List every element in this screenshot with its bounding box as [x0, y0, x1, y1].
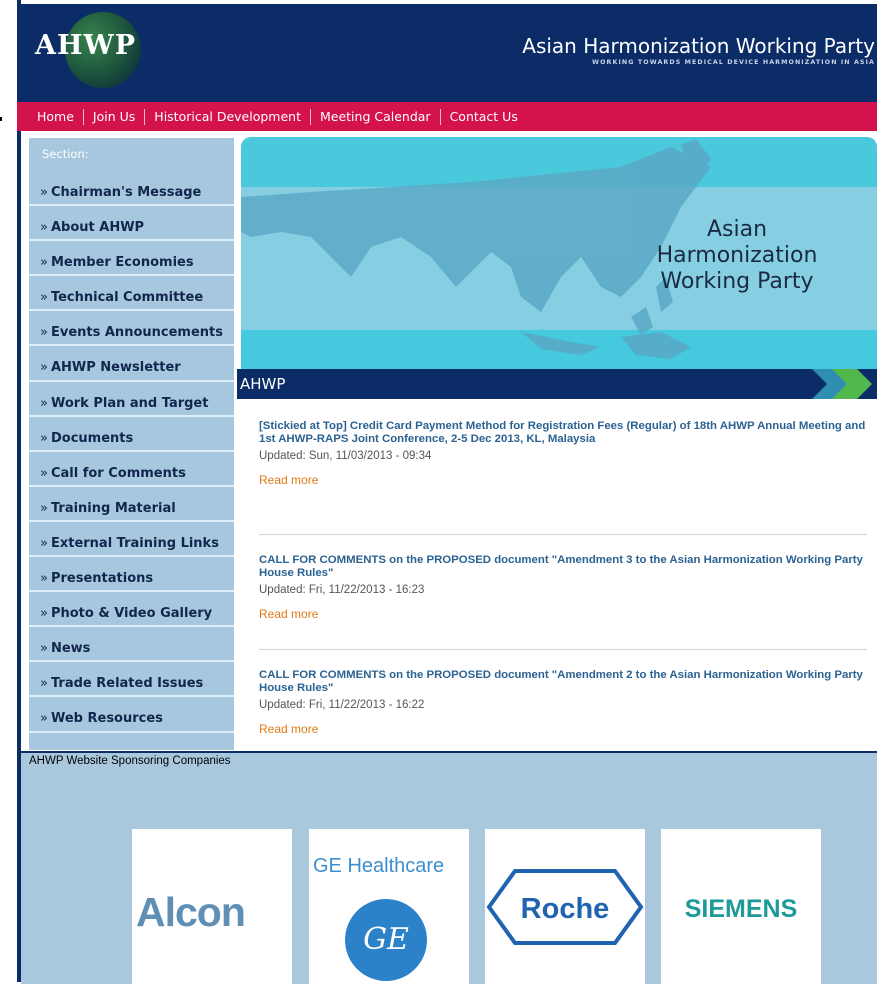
sidebar-item-photo-video-gallery[interactable]: » Photo & Video Gallery: [29, 592, 234, 628]
banner-line-3: Working Party: [660, 269, 814, 294]
sidebar-item-news[interactable]: » News: [29, 627, 234, 663]
sidebar-item-label: External Training Links: [50, 535, 219, 551]
ge-healthcare-wordmark: GE Healthcare: [313, 855, 445, 877]
chevron-right-icon: »: [40, 430, 48, 446]
siemens-logo: SIEMENS: [684, 895, 798, 923]
sponsors-footer: AHWP Website Sponsoring Companies Alcon …: [21, 751, 877, 984]
sidebar-item-documents[interactable]: » Documents: [29, 417, 234, 452]
banner-line-1: Asian: [706, 217, 768, 242]
read-more-link[interactable]: Read more: [259, 607, 867, 621]
sidebar-item-label: Training Material: [50, 500, 176, 516]
ge-logo: GE: [345, 899, 427, 981]
chevron-right-icon: »: [40, 676, 48, 692]
roche-wordmark: Roche: [520, 893, 610, 925]
article-updated: Updated: Fri, 11/22/2013 - 16:22: [259, 698, 425, 711]
sidebar-item-label: Presentations: [50, 571, 154, 587]
article-title-link[interactable]: CALL FOR COMMENTS on the PROPOSED docume…: [259, 554, 867, 580]
alcon-logo: Alcon: [136, 889, 246, 935]
edge-marker: [0, 117, 2, 121]
article-item: CALL FOR COMMENTS on the PROPOSED docume…: [259, 650, 867, 765]
hero-banner: Asian Harmonization Working Party: [241, 137, 877, 369]
sidebar-item-label: Work Plan and Target: [50, 395, 209, 411]
article-list: [Stickied at Top] Credit Card Payment Me…: [259, 420, 867, 765]
sidebar-item-external-training-links[interactable]: » External Training Links: [29, 522, 234, 558]
chevron-right-icon: »: [40, 500, 48, 516]
article-title-link[interactable]: [Stickied at Top] Credit Card Payment Me…: [259, 420, 867, 446]
site-logo[interactable]: AHWP: [35, 30, 136, 61]
section-sidebar: Section: » Chairman's Message » About AHWP…: [29, 138, 234, 750]
site-title: Asian Harmonization Working Party: [522, 34, 875, 58]
nav-meeting-calendar[interactable]: Meeting Calendar: [311, 108, 441, 125]
sidebar-item-label: Member Economies: [50, 255, 194, 271]
sidebar-item-label: Documents: [50, 430, 134, 446]
sidebar-item-work-plan[interactable]: » Work Plan and Target: [29, 382, 234, 417]
sidebar-item-technical-committee[interactable]: » Technical Committee: [29, 276, 234, 312]
section-title-bar: AHWP: [237, 369, 877, 399]
nav-home[interactable]: Home: [17, 108, 84, 125]
article-title-link[interactable]: CALL FOR COMMENTS on the PROPOSED docume…: [259, 669, 867, 695]
sponsor-roche[interactable]: Roche: [485, 829, 645, 984]
read-more-link[interactable]: Read more: [259, 473, 867, 487]
chevron-right-icon: »: [40, 606, 48, 622]
sidebar-item-label: News: [50, 641, 91, 657]
double-chevron-icon: [812, 369, 872, 399]
nav-historical-development[interactable]: Historical Development: [145, 108, 311, 125]
sidebar-item-label: Photo & Video Gallery: [50, 606, 213, 622]
sidebar-item-label: Technical Committee: [50, 290, 204, 306]
chevron-right-icon: »: [40, 395, 48, 411]
article-item: CALL FOR COMMENTS on the PROPOSED docume…: [259, 535, 867, 650]
sidebar-item-web-resources[interactable]: » Web Resources: [29, 697, 234, 733]
sidebar-item-label: Trade Related Issues: [50, 676, 204, 692]
sidebar-item-training-material[interactable]: » Training Material: [29, 487, 234, 522]
chevron-right-icon: »: [40, 325, 48, 341]
main-navigation: Home Join Us Historical Development Meet…: [17, 102, 877, 131]
chevron-right-icon: »: [40, 220, 48, 236]
chevron-right-icon: »: [40, 290, 48, 306]
sponsors-title: AHWP Website Sponsoring Companies: [29, 755, 231, 767]
sidebar-item-events-announcements[interactable]: » Events Announcements: [29, 311, 234, 347]
article-item: [Stickied at Top] Credit Card Payment Me…: [259, 420, 867, 535]
chevron-right-icon: »: [40, 571, 48, 587]
sidebar-item-ahwp-newsletter[interactable]: » AHWP Newsletter: [29, 346, 234, 382]
article-updated: Updated: Sun, 11/03/2013 - 09:34: [259, 450, 432, 462]
chevron-right-icon: »: [40, 641, 48, 657]
chevron-right-icon: »: [40, 360, 48, 376]
banner-caption: Asian Harmonization Working Party: [637, 217, 837, 295]
banner-line-2: Harmonization: [656, 243, 818, 268]
sidebar-item-label: Events Announcements: [50, 325, 223, 341]
sidebar-heading: Section:: [42, 147, 89, 161]
read-more-link[interactable]: Read more: [259, 722, 867, 736]
site-header: AHWP Asian Harmonization Working Party W…: [17, 4, 877, 102]
sidebar-item-call-for-comments[interactable]: » Call for Comments: [29, 452, 234, 487]
sidebar-item-label: Web Resources: [50, 711, 163, 727]
site-tagline: WORKING TOWARDS MEDICAL DEVICE HARMONIZA…: [592, 59, 875, 66]
section-title: AHWP: [240, 375, 286, 393]
sponsor-siemens[interactable]: SIEMENS: [661, 829, 821, 984]
sponsor-ge-healthcare[interactable]: GE Healthcare GE: [309, 829, 469, 984]
sidebar-item-label: AHWP Newsletter: [50, 360, 181, 376]
sidebar-item-label: About AHWP: [50, 220, 145, 236]
sponsor-alcon[interactable]: Alcon: [132, 829, 292, 984]
chevron-right-icon: »: [40, 711, 48, 727]
sidebar-item-label: Call for Comments: [50, 465, 186, 481]
sidebar-item-about-ahwp[interactable]: » About AHWP: [29, 206, 234, 242]
chevron-right-icon: »: [40, 535, 48, 551]
chevron-right-icon: »: [40, 255, 48, 271]
sidebar-item-member-economies[interactable]: » Member Economies: [29, 241, 234, 277]
sidebar-item-chairmans-message[interactable]: » Chairman's Message: [29, 171, 234, 207]
nav-join-us[interactable]: Join Us: [84, 108, 146, 125]
chevron-right-icon: »: [40, 465, 48, 481]
article-updated: Updated: Fri, 11/22/2013 - 16:23: [259, 583, 425, 596]
sidebar-item-trade-related-issues[interactable]: » Trade Related Issues: [29, 662, 234, 698]
sidebar-item-presentations[interactable]: » Presentations: [29, 557, 234, 593]
nav-contact-us[interactable]: Contact Us: [441, 109, 527, 125]
chevron-right-icon: »: [40, 185, 48, 200]
sidebar-item-label: Chairman's Message: [50, 185, 202, 200]
